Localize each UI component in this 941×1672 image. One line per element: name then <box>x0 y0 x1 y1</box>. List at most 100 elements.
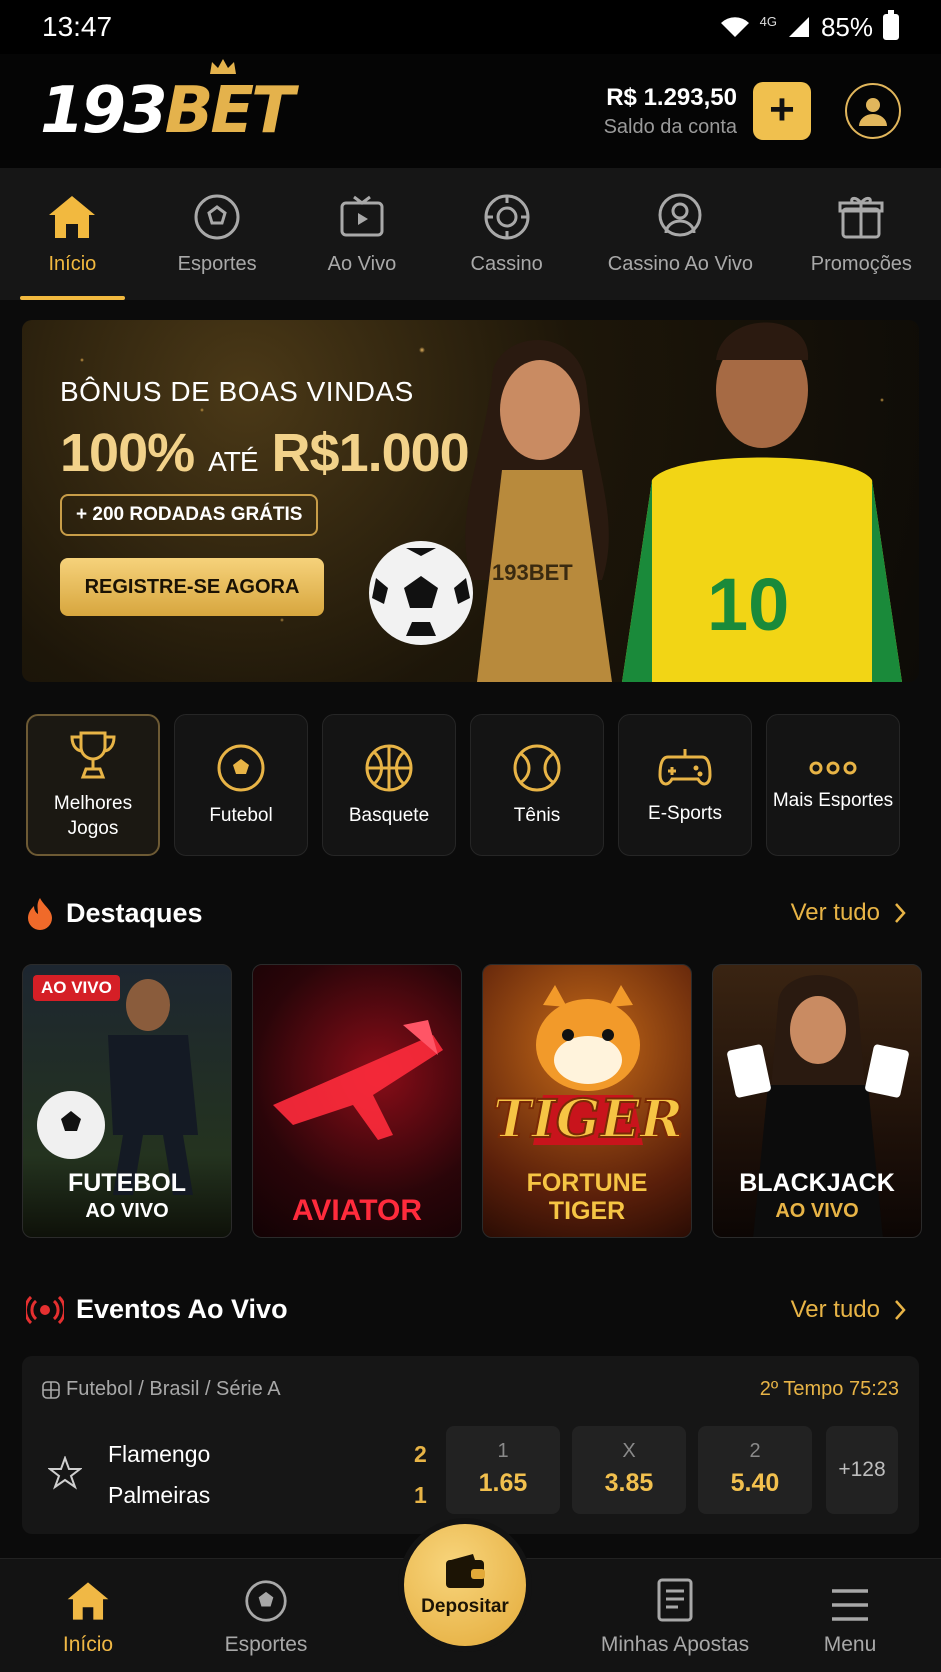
logo-numbers: 193 <box>40 74 168 148</box>
register-button[interactable]: REGISTRE-SE AGORA <box>60 558 324 616</box>
promo-player-figure: 10 <box>622 322 902 682</box>
game-card-blackjack-ao-vivo[interactable]: BLACKJACK AO VIVO <box>712 964 922 1238</box>
breadcrumb-text: Futebol / Brasil / Série A <box>66 1378 281 1400</box>
game-card-futebol-ao-vivo[interactable]: AO VIVO FUTEBOL AO VIVO <box>22 964 232 1238</box>
deposit-button[interactable]: Depositar <box>404 1524 526 1646</box>
game-label: FORTUNE TIGER <box>483 1169 691 1225</box>
game-subtitle: AO VIVO <box>85 1200 169 1222</box>
category-mais-esportes[interactable]: Mais Esportes <box>766 714 900 856</box>
home-icon <box>67 1582 109 1620</box>
highlights-title: Destaques <box>66 897 203 928</box>
category-tenis[interactable]: Tênis <box>470 714 604 856</box>
bottom-nav-minhas-apostas[interactable]: Minhas Apostas <box>592 1559 758 1672</box>
odd-value: 3.85 <box>604 1469 654 1497</box>
odd-key: 2 <box>749 1440 761 1462</box>
account-balance[interactable]: R$ 1.293,50 Saldo da conta <box>604 84 737 139</box>
odd-value: 1.65 <box>478 1469 528 1497</box>
category-futebol[interactable]: Futebol <box>174 714 308 856</box>
event-scores: 2 1 <box>414 1434 427 1516</box>
network-label: 4G <box>759 13 777 29</box>
odd-home-button[interactable]: 1 1.65 <box>446 1426 560 1514</box>
fire-icon <box>28 898 52 930</box>
category-label: Futebol <box>209 804 273 826</box>
tiger-art-text: TIGER <box>493 1089 683 1150</box>
status-bar: 13:47 4G 85% <box>0 0 941 54</box>
bet-slip-icon <box>657 1578 693 1622</box>
game-card-fortune-tiger[interactable]: TIGER FORTUNE TIGER <box>482 964 692 1238</box>
status-indicators: 4G 85% <box>720 10 899 43</box>
football-field-icon <box>42 1380 60 1399</box>
tab-label: Início <box>48 252 97 275</box>
game-title: BLACKJACK <box>739 1169 895 1197</box>
brand-logo[interactable]: 193BET <box>40 59 295 148</box>
see-all-label: Ver tudo <box>790 1295 880 1323</box>
profile-button[interactable] <box>845 83 901 139</box>
live-events-header: Eventos Ao Vivo Ver tudo <box>26 1294 906 1325</box>
category-label: Basquete <box>348 804 430 826</box>
bottom-nav-label: Minhas Apostas <box>600 1633 750 1656</box>
banner-title: BÔNUS DE BOAS VINDAS <box>60 376 414 407</box>
chevron-right-icon <box>895 1299 906 1320</box>
highlights-see-all[interactable]: Ver tudo <box>791 899 906 927</box>
bottom-nav-label: Início <box>62 1633 114 1656</box>
bottom-nav-inicio[interactable]: Início <box>48 1559 128 1672</box>
odd-key: 1 <box>497 1440 509 1462</box>
user-icon <box>859 98 887 126</box>
favorite-star-icon[interactable] <box>48 1456 82 1490</box>
tab-esportes[interactable]: Esportes <box>145 168 290 300</box>
tab-label: Promoções <box>810 252 912 275</box>
category-basquete[interactable]: Basquete <box>322 714 456 856</box>
live-dealer-icon <box>658 193 702 236</box>
bottom-nav-menu[interactable]: Menu <box>810 1559 890 1672</box>
live-event-card[interactable]: Futebol / Brasil / Série A 2º Tempo 75:2… <box>22 1356 919 1534</box>
live-badge: AO VIVO <box>33 975 120 1001</box>
game-label: BLACKJACK AO VIVO <box>713 1169 921 1225</box>
odd-draw-button[interactable]: X 3.85 <box>572 1426 686 1514</box>
deposit-label: Depositar <box>421 1596 509 1617</box>
game-card-aviator[interactable]: AVIATOR <box>252 964 462 1238</box>
odd-away-button[interactable]: 2 5.40 <box>698 1426 812 1514</box>
add-funds-button[interactable]: + <box>753 82 811 140</box>
tab-promocoes[interactable]: Promoções <box>782 168 941 300</box>
tab-ao-vivo[interactable]: Ao Vivo <box>290 168 435 300</box>
status-time: 13:47 <box>42 11 113 42</box>
live-broadcast-icon <box>26 1295 64 1324</box>
tennis-ball-icon <box>513 744 561 791</box>
balance-amount: R$ 1.293,50 <box>606 83 737 111</box>
category-melhores-jogos[interactable]: Melhores Jogos <box>26 714 160 856</box>
tab-label: Cassino Ao Vivo <box>607 252 754 275</box>
jersey-number: 10 <box>707 563 789 646</box>
battery-percent: 85% <box>820 11 873 42</box>
home-team: Flamengo <box>108 1441 211 1467</box>
welcome-bonus-banner[interactable]: 193BET 10 BÔNUS DE BOAS VINDAS 100% ATÉ … <box>22 320 919 682</box>
signal-icon <box>788 17 809 37</box>
bottom-nav-label: Esportes <box>224 1633 308 1656</box>
tab-cassino-ao-vivo[interactable]: Cassino Ao Vivo <box>579 168 782 300</box>
more-dots-icon <box>809 761 857 774</box>
soccer-ball-icon <box>245 1580 287 1622</box>
odd-value: 5.40 <box>730 1469 780 1497</box>
live-events-see-all[interactable]: Ver tudo <box>791 1296 906 1324</box>
see-all-label: Ver tudo <box>790 899 880 926</box>
hamburger-menu-icon <box>832 1589 868 1621</box>
more-markets-button[interactable]: +128 <box>826 1426 898 1514</box>
category-e-sports[interactable]: E-Sports <box>618 714 752 856</box>
dress-logo-text: 193BET <box>492 560 573 585</box>
tab-inicio[interactable]: Início <box>0 168 145 300</box>
live-tv-icon <box>340 195 384 236</box>
tab-label: Esportes <box>177 252 257 275</box>
game-label: AVIATOR <box>253 1196 461 1226</box>
sport-categories: Melhores Jogos Futebol Basquete Tênis E-… <box>26 714 906 856</box>
game-subtitle: TIGER <box>548 1197 626 1225</box>
bottom-nav-label: Menu <box>823 1633 877 1656</box>
game-title: FORTUNE <box>526 1169 648 1197</box>
battery-icon <box>883 10 899 40</box>
category-label: Mais Esportes <box>772 789 894 811</box>
tab-label: Ao Vivo <box>327 252 397 275</box>
category-label: Melhores Jogos <box>53 793 133 839</box>
tab-cassino[interactable]: Cassino <box>434 168 579 300</box>
event-breadcrumb: Futebol / Brasil / Série A <box>42 1378 281 1401</box>
soccer-ball-icon <box>194 194 240 239</box>
top-navigation: Início Esportes Ao Vivo Cassino Cassino … <box>0 168 941 300</box>
bottom-nav-esportes[interactable]: Esportes <box>206 1559 326 1672</box>
